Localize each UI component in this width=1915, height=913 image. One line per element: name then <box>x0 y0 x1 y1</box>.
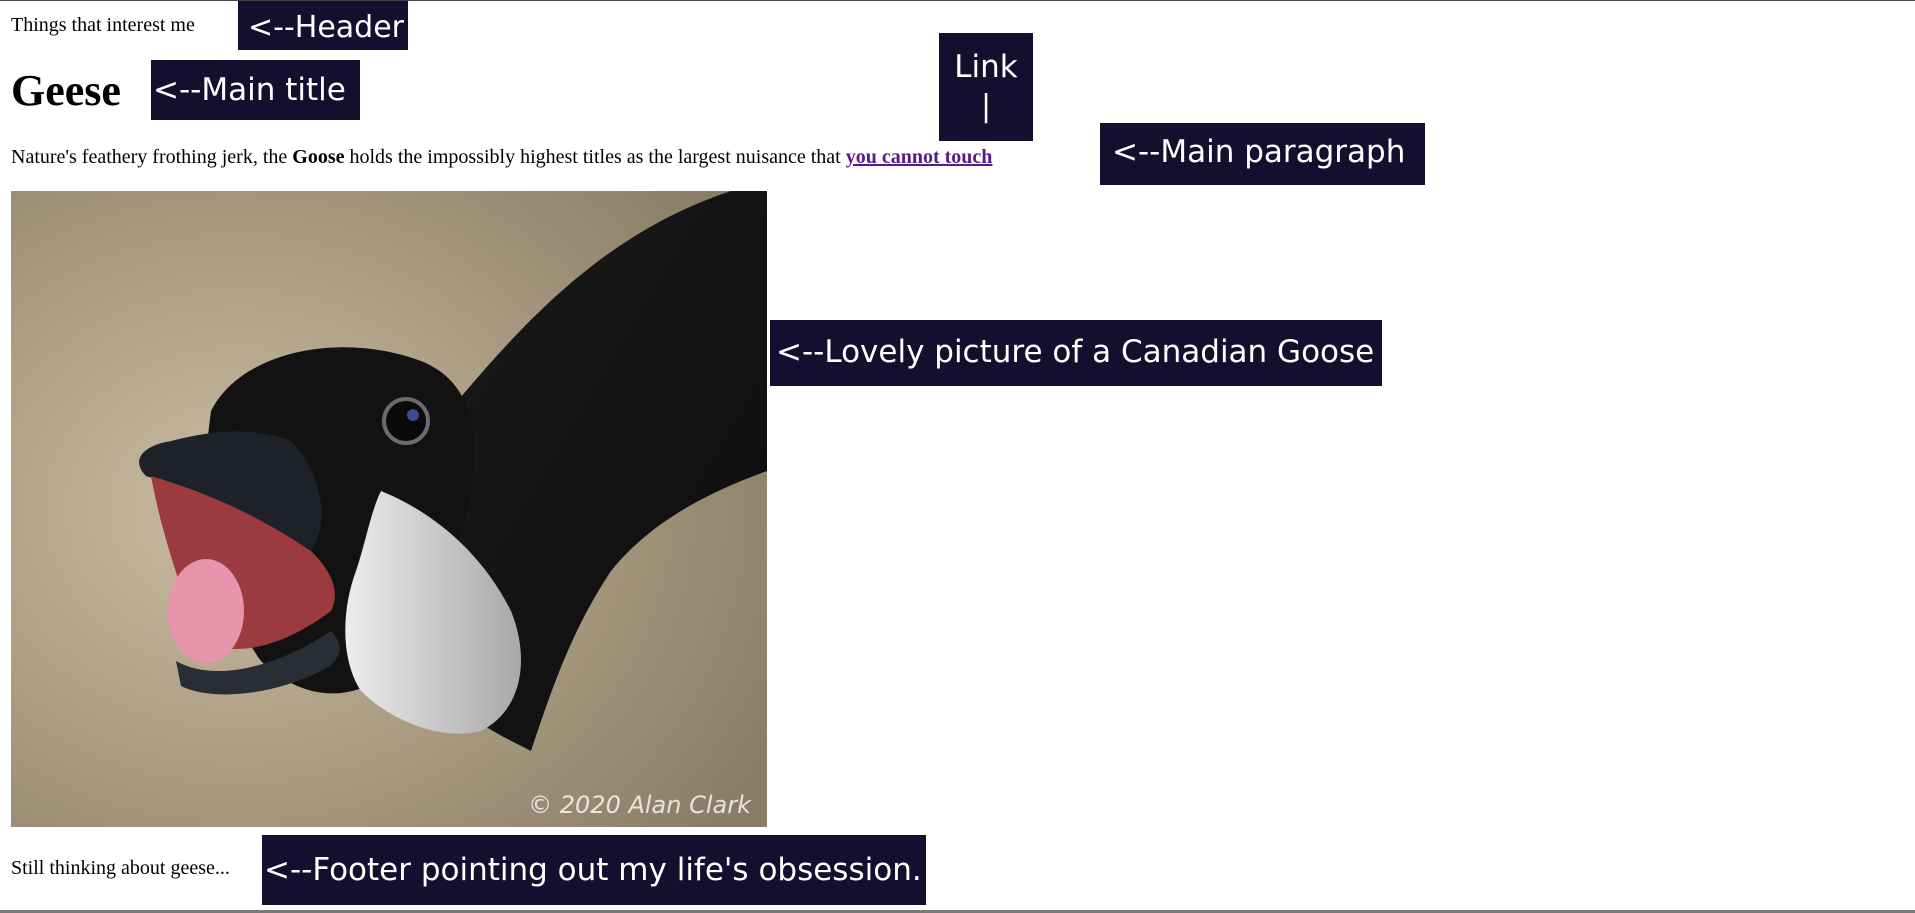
annotation-link-text: Link <box>954 49 1018 85</box>
goose-eye <box>382 397 430 445</box>
annotation-main-title: <--Main title <box>151 60 360 120</box>
goose-tongue <box>168 559 244 663</box>
goose-illustration <box>11 191 767 827</box>
annotation-picture: <--Lovely picture of a Canadian Goose <box>770 320 1383 386</box>
page-header: Things that interest me <box>11 14 195 36</box>
photo-credit-watermark: © 2020 Alan Clark <box>528 791 751 819</box>
page-title: Geese <box>11 66 121 115</box>
goose-photo: © 2020 Alan Clark <box>11 191 767 827</box>
annotation-main-paragraph: <--Main paragraph <box>1100 123 1426 185</box>
paragraph-text-start: Nature's feathery frothing jerk, the <box>11 146 293 168</box>
goose-eye-highlight <box>407 409 419 421</box>
paragraph-text-middle: holds the impossibly highest titles as t… <box>344 146 846 168</box>
annotation-link: Link | <box>939 33 1033 141</box>
paragraph-bold-goose: Goose <box>292 146 345 168</box>
main-paragraph: Nature's feathery frothing jerk, the Goo… <box>11 144 992 170</box>
annotation-header: <--Header <box>238 1 409 50</box>
annotation-footer: <--Footer pointing out my life's obsessi… <box>262 835 926 905</box>
paragraph-link[interactable]: you cannot touch <box>846 146 993 168</box>
page-footer: Still thinking about geese... <box>11 857 230 879</box>
annotation-link-pointer: | <box>980 89 992 124</box>
